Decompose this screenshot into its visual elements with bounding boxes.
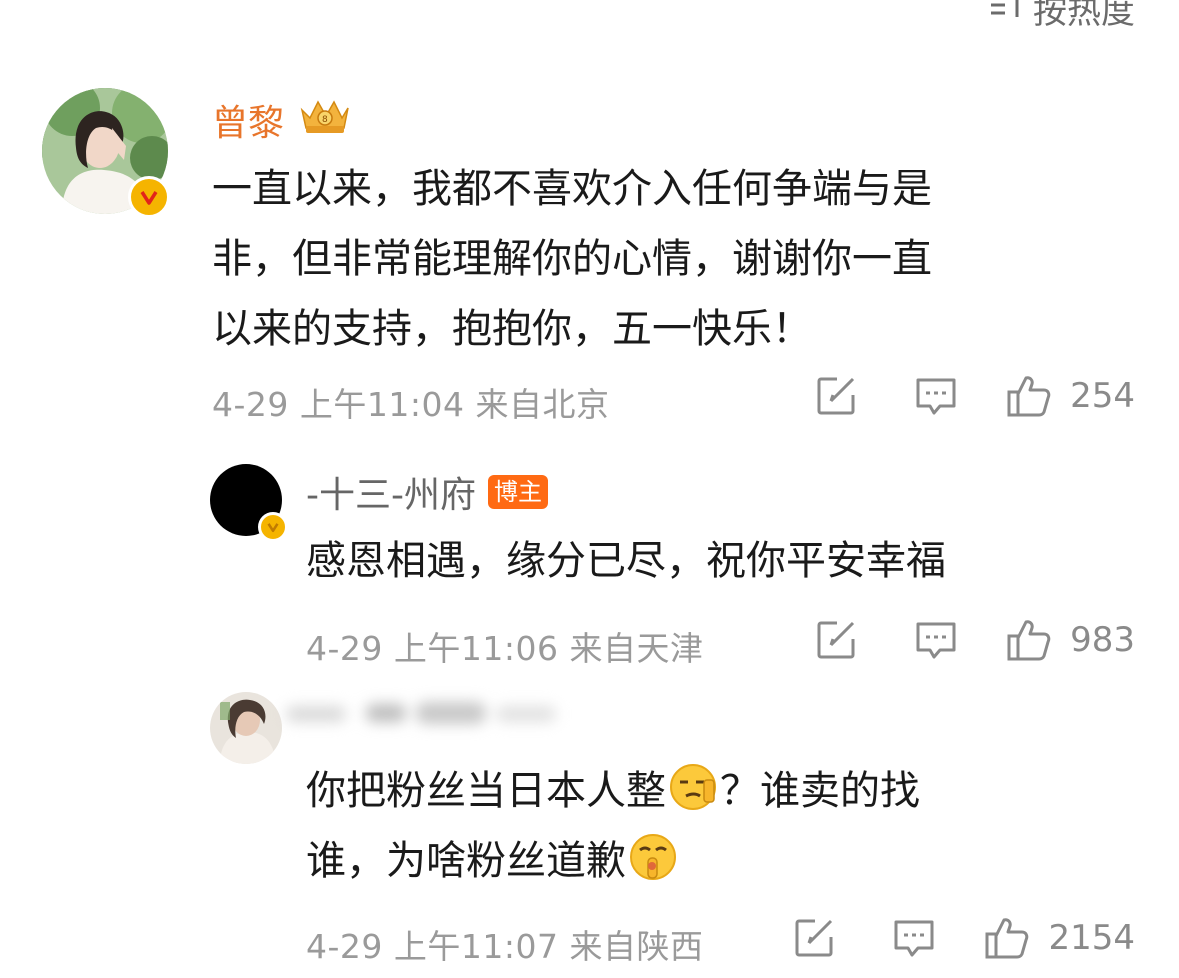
comment-body: 你把粉丝当日本人整 ？谁卖的找 谁，为啥粉丝道歉 [306,756,1156,896]
comment-date: 4-29 [306,927,383,966]
commenter-name-label: 曾黎 [212,103,285,144]
blurred-username[interactable] [286,686,586,742]
like-button[interactable]: 2154 [984,916,1135,960]
repost-button[interactable] [786,619,886,661]
like-count: 2154 [1048,918,1135,958]
commenter-name-label: -十三-州府 [306,475,476,516]
thumbs-up-icon [1007,620,1051,661]
sort-label: 按热度 [1033,0,1135,32]
avatar[interactable] [210,692,282,764]
svg-text:8: 8 [322,115,328,125]
thumbs-up-icon [1007,376,1051,417]
comment-text: ？谁卖的找 [720,768,920,814]
comment-time: 上午11:07 [393,927,559,966]
comment-text: 你把粉丝当日本人整 [306,768,666,814]
comment-time: 上午11:06 [393,629,559,668]
comment-actions: 983 [786,618,1135,662]
thumbs-up-icon [985,918,1029,959]
like-count: 983 [1070,620,1135,660]
comment-line: 感恩相遇，缘分已尽，祝你平安幸福 [306,538,946,584]
verified-badge [128,176,170,218]
comment-body: 感恩相遇，缘分已尽，祝你平安幸福 [306,526,1156,596]
comment-line: 一直以来，我都不喜欢介入任何争端与是 [212,166,932,212]
comment-meta: 4-29 上午11:06 来自天津 [306,622,704,670]
repost-icon [817,377,855,415]
shushing-emoji-icon [628,832,678,882]
smirk-emoji-icon [668,762,718,812]
commenter-name[interactable]: -十三-州府 博主 [306,466,548,518]
comment-icon [894,920,934,957]
author-tag: 博主 [487,475,548,509]
sort-icon [989,0,1027,30]
comment-actions: 2154 [764,916,1135,960]
reply-button[interactable] [886,620,986,660]
repost-icon [817,621,855,659]
comment-location: 来自北京 [475,385,610,424]
comment-line: 谁，为啥粉丝道歉 [306,826,1156,896]
commenter-name[interactable]: 曾黎 8 [212,94,352,146]
repost-button[interactable] [764,917,864,959]
comment-icon [916,378,956,415]
comment-date: 4-29 [306,629,383,668]
comment-time: 上午11:04 [299,385,465,424]
comment-actions: 254 [786,374,1135,418]
like-count: 254 [1070,376,1135,416]
like-button[interactable]: 254 [1006,374,1135,418]
verified-badge [258,512,288,542]
reply-button[interactable] [864,918,964,958]
crown-badge-icon: 8 [296,96,352,145]
reply-button[interactable] [886,376,986,416]
comment-text: 谁，为啥粉丝道歉 [306,838,626,884]
like-button[interactable]: 983 [1006,618,1135,662]
comment-line: 你把粉丝当日本人整 ？谁卖的找 [306,756,1156,826]
comment-location: 来自陕西 [569,927,704,966]
comment-line: 以来的支持，抱抱你，五一快乐！ [212,306,812,352]
sort-by-hot-toggle[interactable]: 按热度 [989,0,1135,33]
comment-body: 一直以来，我都不喜欢介入任何争端与是 非，但非常能理解你的心情，谢谢你一直 以来… [212,154,1142,364]
repost-icon [795,919,833,957]
comment-date: 4-29 [212,385,289,424]
comment-meta: 4-29 上午11:07 来自陕西 [306,920,704,968]
comment-meta: 4-29 上午11:04 来自北京 [212,378,610,426]
comment-icon [916,622,956,659]
repost-button[interactable] [786,375,886,417]
comment-location: 来自天津 [569,629,704,668]
comment-line: 非，但非常能理解你的心情，谢谢你一直 [212,236,932,282]
